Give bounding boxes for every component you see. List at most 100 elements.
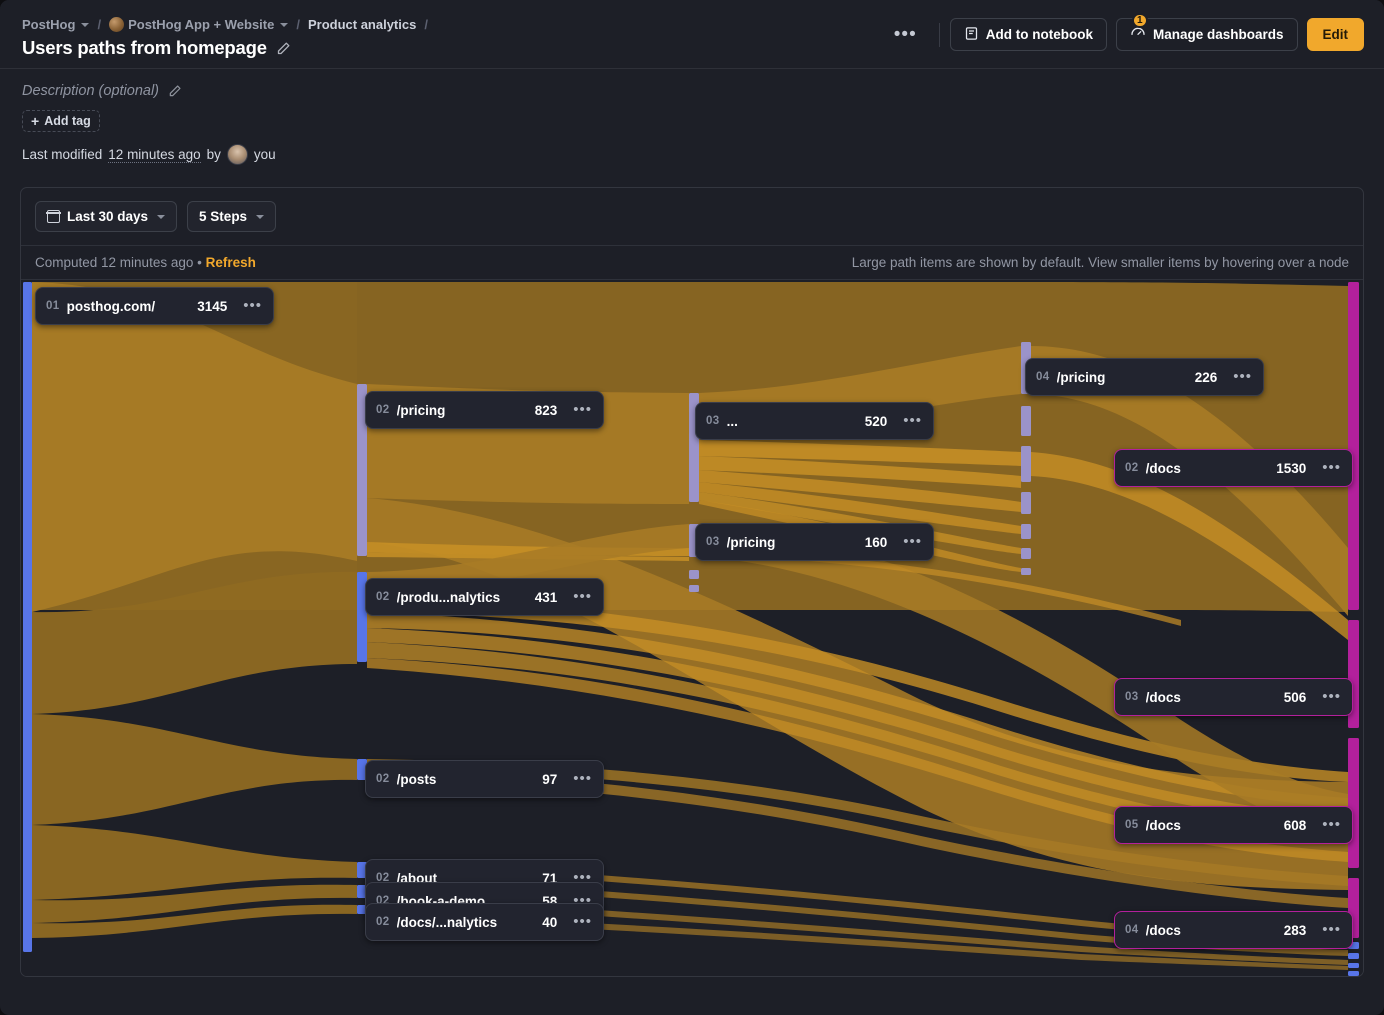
- more-options-button[interactable]: •••: [882, 21, 929, 49]
- paths-hint: Large path items are shown by default. V…: [851, 255, 1349, 270]
- last-modified-prefix: Last modified: [22, 147, 103, 162]
- breadcrumb-item-product-analytics[interactable]: Product analytics: [308, 17, 416, 32]
- chevron-down-icon: [256, 214, 265, 219]
- paths-sankey-chart: 01 posthog.com/ 3145 ••• 02 /pricing 823…: [21, 280, 1363, 976]
- breadcrumb-item-project[interactable]: PostHog App + Website: [109, 17, 289, 32]
- node-step-index: 02: [1125, 462, 1139, 474]
- insight-meta: Description (optional) + Add tag Last mo…: [0, 69, 1384, 165]
- node-value: 97: [542, 771, 558, 787]
- sankey-node-posthog-home[interactable]: 01 posthog.com/ 3145 •••: [35, 287, 274, 325]
- node-menu-button[interactable]: •••: [573, 402, 592, 417]
- breadcrumb-item-organization[interactable]: PostHog: [22, 17, 90, 32]
- node-value: 608: [1283, 817, 1307, 833]
- node-step-index: 03: [706, 536, 720, 548]
- node-step-index: 02: [376, 773, 390, 785]
- node-menu-button[interactable]: •••: [1322, 922, 1341, 937]
- node-menu-button[interactable]: •••: [573, 771, 592, 786]
- breadcrumb-separator-3: /: [424, 17, 428, 32]
- breadcrumb: PostHog / PostHog App + Website / Produc…: [22, 17, 430, 32]
- insight-page: PostHog / PostHog App + Website / Produc…: [0, 0, 1384, 1015]
- top-bar: PostHog / PostHog App + Website / Produc…: [0, 0, 1384, 69]
- avatar[interactable]: [226, 144, 248, 165]
- toolbar-divider: [938, 22, 940, 47]
- breadcrumb-product-label: Product analytics: [307, 17, 417, 32]
- edit-button[interactable]: Edit: [1306, 18, 1364, 51]
- last-modified-time[interactable]: 12 minutes ago: [108, 147, 201, 163]
- node-menu-button[interactable]: •••: [243, 298, 262, 313]
- sankey-node-docs-step3[interactable]: 03 /docs 506 •••: [1114, 678, 1353, 716]
- node-value: 823: [534, 402, 558, 418]
- sankey-node-ellipsis-step3[interactable]: 03 ... 520 •••: [695, 402, 934, 440]
- node-menu-button[interactable]: •••: [573, 589, 592, 604]
- sankey-node-docs-step5[interactable]: 05 /docs 608 •••: [1114, 806, 1353, 844]
- node-value: 1530: [1276, 460, 1307, 476]
- add-to-notebook-label: Add to notebook: [985, 27, 1093, 42]
- node-menu-button[interactable]: •••: [573, 870, 592, 885]
- add-to-notebook-button[interactable]: Add to notebook: [949, 18, 1107, 51]
- sankey-node-pricing-step4[interactable]: 04 /pricing 226 •••: [1025, 358, 1264, 396]
- manage-dashboards-badge: 1: [1131, 13, 1148, 28]
- node-value: 160: [864, 534, 888, 550]
- chevron-down-icon: [280, 22, 289, 27]
- node-label: /docs: [1145, 817, 1181, 833]
- node-label: /pricing: [1056, 369, 1106, 385]
- sankey-node-docs-product-analytics-step2[interactable]: 02 /docs/...nalytics 40 •••: [365, 903, 604, 941]
- node-label: /posts: [396, 771, 437, 787]
- node-label: /pricing: [396, 402, 446, 418]
- node-step-index: 03: [1125, 691, 1139, 703]
- add-tag-button[interactable]: + Add tag: [22, 110, 100, 132]
- sankey-node-pricing-step2[interactable]: 02 /pricing 823 •••: [365, 391, 604, 429]
- last-modified: Last modified 12 minutes ago by you: [22, 144, 1362, 165]
- steps-filter[interactable]: 5 Steps: [187, 201, 277, 232]
- node-menu-button[interactable]: •••: [1322, 817, 1341, 832]
- node-label: /docs: [1145, 922, 1181, 938]
- title-row: Users paths from homepage: [22, 37, 291, 59]
- node-step-index: 02: [376, 591, 390, 603]
- filter-bar: Last 30 days 5 Steps: [21, 188, 1363, 246]
- date-range-filter[interactable]: Last 30 days: [35, 201, 178, 232]
- sankey-node-product-analytics-step2[interactable]: 02 /produ...nalytics 431 •••: [365, 578, 604, 616]
- node-menu-button[interactable]: •••: [1322, 689, 1341, 704]
- manage-dashboards-button[interactable]: 1 Manage dashboards: [1115, 13, 1298, 51]
- page-title: Users paths from homepage: [22, 37, 267, 58]
- node-menu-button[interactable]: •••: [903, 413, 922, 428]
- description-placeholder[interactable]: Description (optional): [22, 83, 159, 99]
- pencil-icon[interactable]: [276, 41, 291, 56]
- computed-label: Computed 12 minutes ago: [35, 255, 194, 270]
- refresh-button[interactable]: Refresh: [206, 255, 256, 270]
- sankey-node-pricing-step3[interactable]: 03 /pricing 160 •••: [695, 523, 934, 561]
- manage-dashboards-label: Manage dashboards: [1152, 27, 1284, 42]
- insight-card: Last 30 days 5 Steps Computed 12 minutes…: [20, 187, 1364, 977]
- node-label: /docs/...nalytics: [396, 914, 498, 930]
- plus-icon: +: [31, 112, 40, 129]
- node-value: 283: [1283, 922, 1307, 938]
- breadcrumb-organization-label: PostHog: [22, 17, 76, 32]
- node-value: 431: [534, 589, 558, 605]
- node-step-index: 05: [1125, 819, 1139, 831]
- top-bar-actions: ••• Add to notebook 1 Manage dashboards …: [882, 0, 1364, 69]
- node-menu-button[interactable]: •••: [903, 534, 922, 549]
- status-separator: •: [197, 255, 202, 270]
- description-row: Description (optional): [22, 83, 1362, 99]
- node-menu-button[interactable]: •••: [1322, 460, 1341, 475]
- breadcrumb-separator-2: /: [296, 17, 300, 32]
- node-label: /produ...nalytics: [396, 589, 501, 605]
- notebook-icon: [964, 26, 979, 44]
- breadcrumb-separator-1: /: [97, 17, 102, 32]
- node-value: 506: [1283, 689, 1307, 705]
- node-menu-button[interactable]: •••: [573, 914, 592, 929]
- node-label: ...: [726, 413, 738, 429]
- last-modified-user: you: [253, 147, 276, 162]
- sankey-node-posts-step2[interactable]: 02 /posts 97 •••: [365, 760, 604, 798]
- computed-status: Computed 12 minutes ago • Refresh: [35, 255, 256, 270]
- node-label: /pricing: [726, 534, 776, 550]
- sankey-node-docs-step4[interactable]: 04 /docs 283 •••: [1114, 911, 1353, 949]
- node-label: /docs: [1145, 460, 1181, 476]
- node-step-index: 04: [1125, 924, 1139, 936]
- chevron-down-icon: [157, 214, 166, 219]
- node-menu-button[interactable]: •••: [1233, 369, 1252, 384]
- sankey-node-docs-step2[interactable]: 02 /docs 1530 •••: [1114, 449, 1353, 487]
- pencil-icon[interactable]: [168, 84, 183, 99]
- calendar-icon: [46, 210, 61, 223]
- card-status-bar: Computed 12 minutes ago • Refresh Large …: [21, 246, 1363, 280]
